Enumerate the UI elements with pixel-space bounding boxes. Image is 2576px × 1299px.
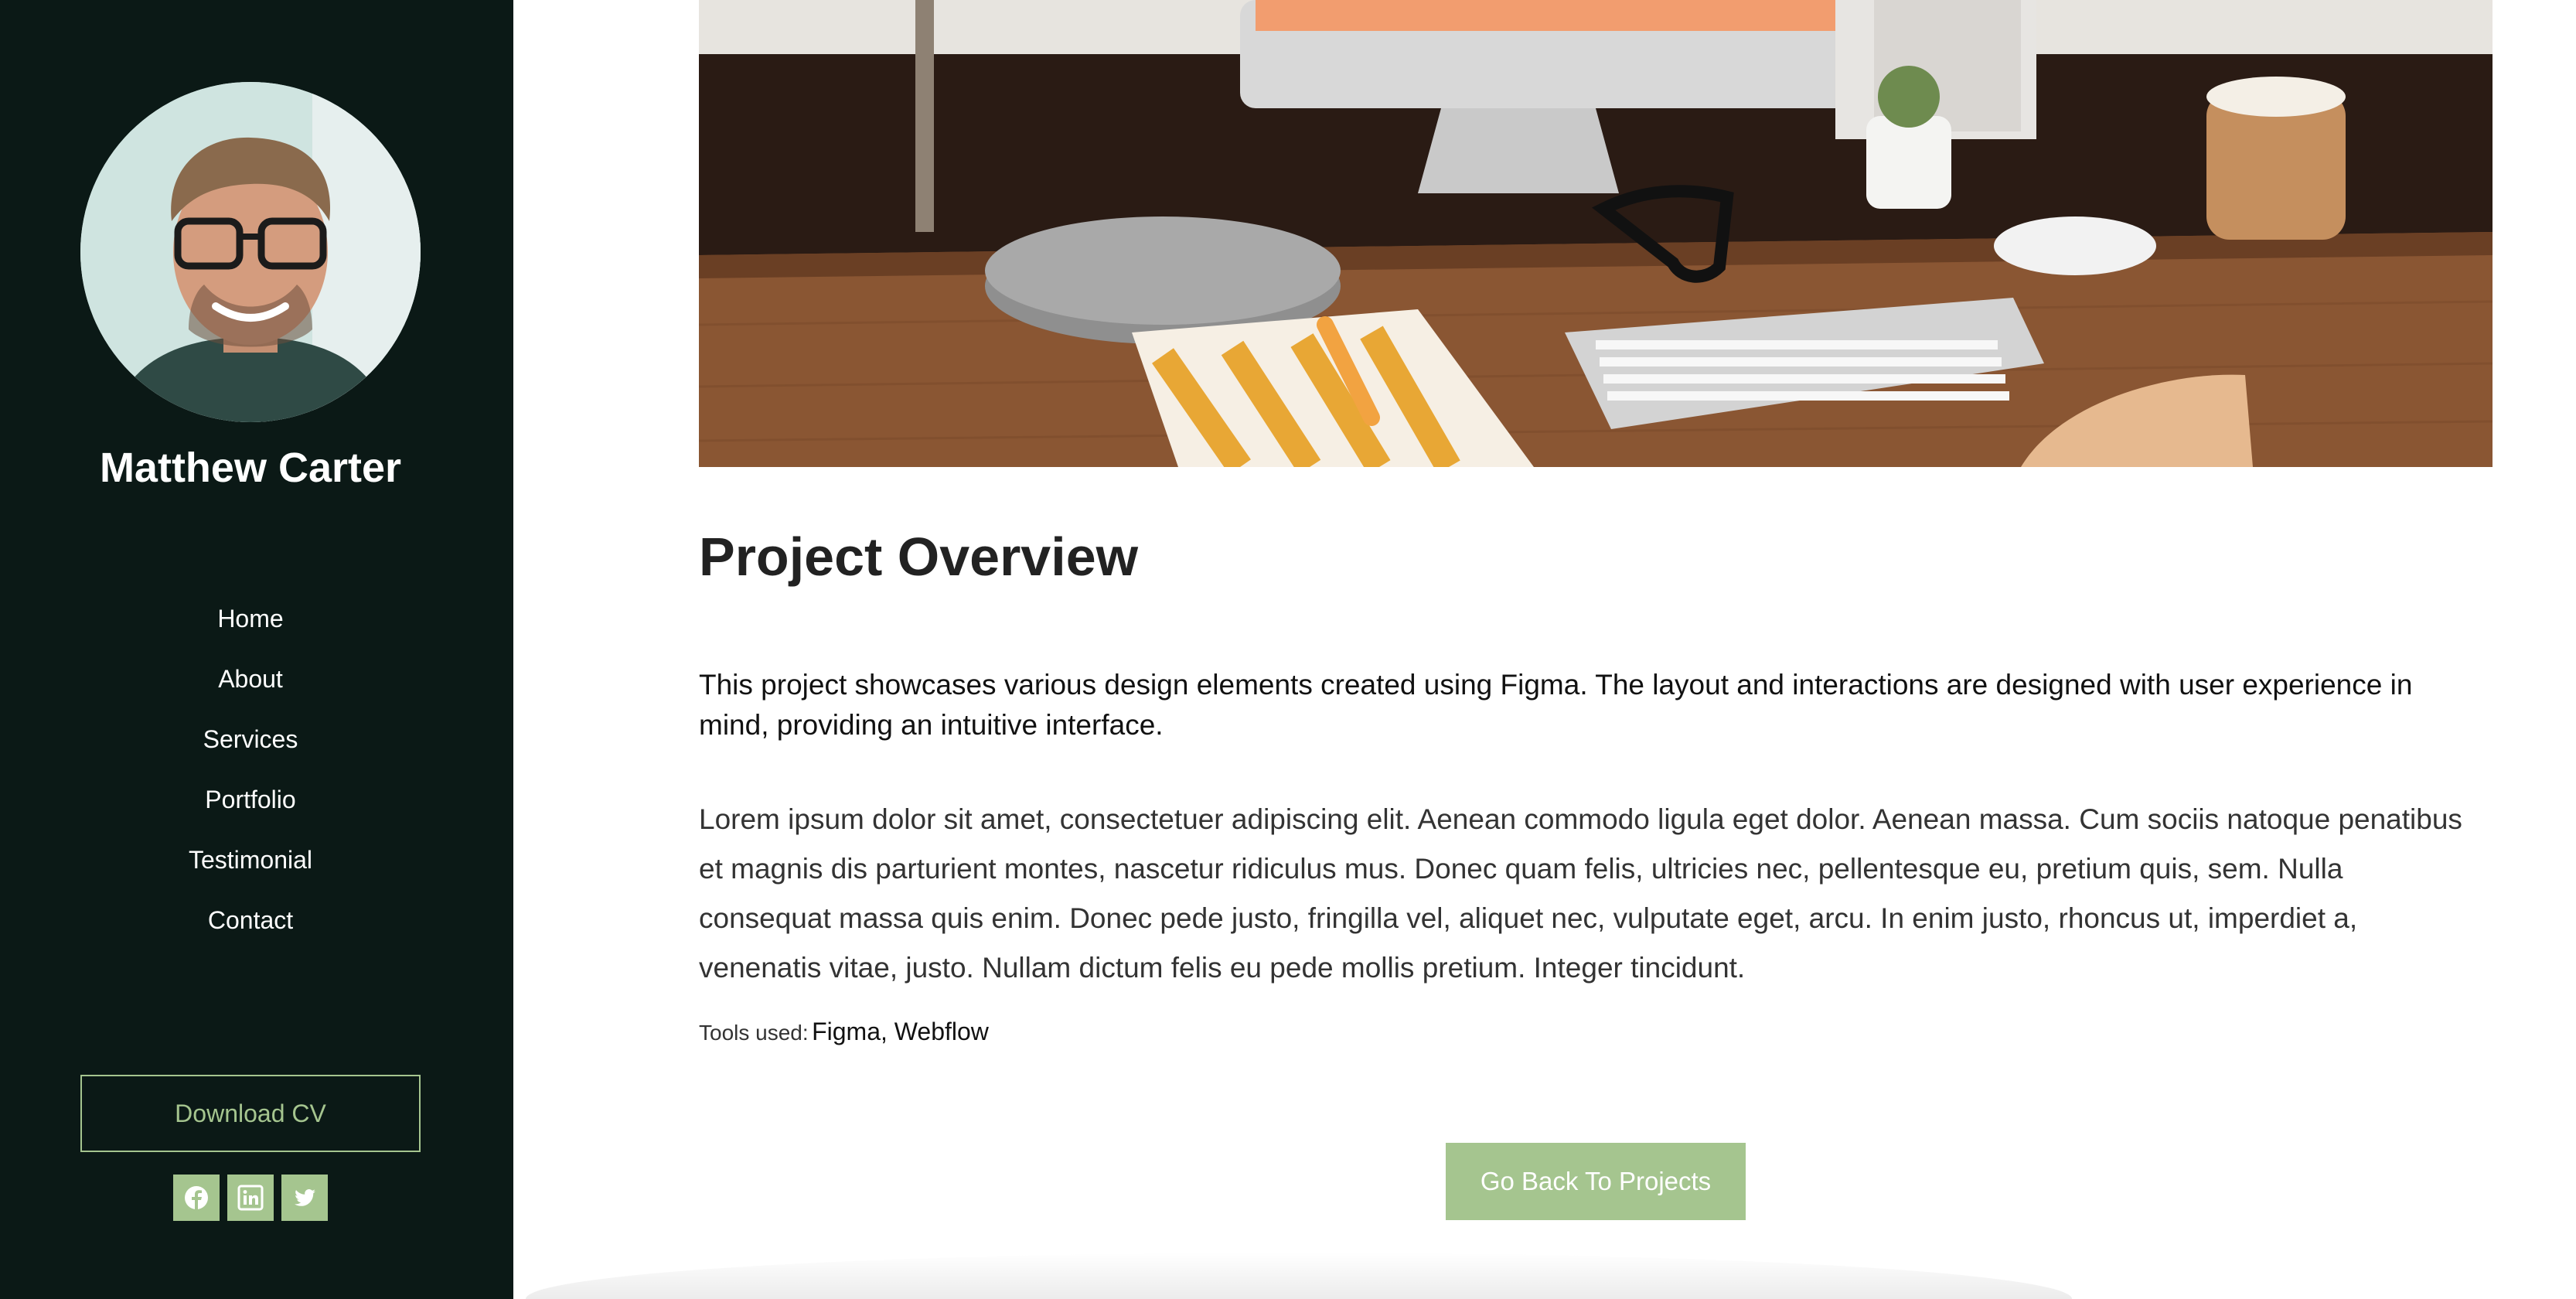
project-description: Lorem ipsum dolor sit amet, consectetuer… <box>699 803 2462 984</box>
main-nav: Home About Services Portfolio Testimonia… <box>0 597 501 959</box>
nav-services[interactable]: Services <box>0 718 501 778</box>
tools-label: Tools used: <box>699 1021 809 1045</box>
project-intro: This project showcases various design el… <box>699 669 2413 741</box>
project-hero-image <box>699 0 2493 467</box>
nav-home[interactable]: Home <box>0 597 501 657</box>
bottom-shadow <box>526 1253 2072 1299</box>
twitter-icon <box>295 1189 315 1206</box>
page-title: Project Overview <box>699 527 1139 587</box>
social-links <box>173 1175 328 1221</box>
nav-testimonial[interactable]: Testimonial <box>0 838 501 898</box>
profile-name: Matthew Carter <box>99 445 402 491</box>
profile-photo <box>80 82 421 422</box>
nav-contact[interactable]: Contact <box>0 898 501 959</box>
go-back-button[interactable]: Go Back To Projects <box>1446 1143 1746 1220</box>
desk-photo <box>699 0 2493 467</box>
twitter-link[interactable] <box>281 1175 328 1221</box>
download-cv-button[interactable]: Download CV <box>80 1075 421 1152</box>
linkedin-icon <box>237 1185 264 1211</box>
facebook-link[interactable] <box>173 1175 220 1221</box>
tools-value: Figma, Webflow <box>812 1018 989 1045</box>
avatar <box>80 82 421 422</box>
linkedin-link[interactable] <box>227 1175 274 1221</box>
nav-about[interactable]: About <box>0 657 501 718</box>
tools-used: Tools used: Figma, Webflow <box>699 1018 989 1046</box>
sidebar: Matthew Carter Home About Services Portf… <box>0 0 513 1299</box>
facebook-icon <box>185 1186 208 1210</box>
nav-portfolio[interactable]: Portfolio <box>0 778 501 838</box>
